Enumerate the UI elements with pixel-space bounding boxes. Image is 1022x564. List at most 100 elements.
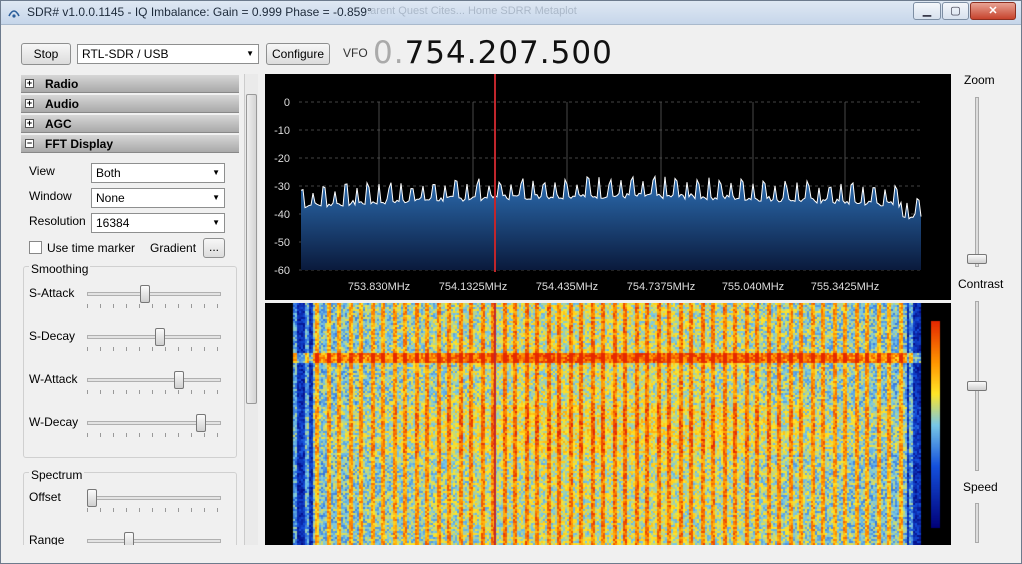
chevron-down-icon: ▼ xyxy=(212,193,220,202)
slider-ticks xyxy=(87,390,221,394)
vfo-prefix: 0. xyxy=(373,35,405,71)
app-window: SDR# v1.0.0.1145 - IQ Imbalance: Gain = … xyxy=(0,0,1022,564)
waterfall-canvas[interactable] xyxy=(265,303,951,545)
gradient-label: Gradient xyxy=(150,241,197,255)
y-tick-label: 0 xyxy=(284,97,290,109)
y-tick-label: -30 xyxy=(274,181,290,193)
expand-icon: + xyxy=(25,78,34,88)
chevron-down-icon: ▼ xyxy=(246,49,254,58)
section-fft-display[interactable]: − FFT Display xyxy=(21,135,239,153)
view-select-value: Both xyxy=(96,166,121,180)
close-button[interactable]: ✕ xyxy=(970,2,1016,20)
zoom-slider[interactable] xyxy=(975,97,979,267)
spectrum-display[interactable]: 0 -10 -20 -30 -40 -50 -60 753.830MHz 754.1325MHz… xyxy=(265,74,951,300)
section-agc[interactable]: + AGC xyxy=(21,115,239,133)
section-audio[interactable]: + Audio xyxy=(21,95,239,113)
slider-ticks xyxy=(87,508,221,512)
background-tabs: ...arent Quest Cites... Home SDRR Metapl… xyxy=(361,5,577,17)
x-tick-label: 755.3425MHz xyxy=(811,281,880,293)
scrollbar-thumb[interactable] xyxy=(246,94,257,404)
resolution-select-value: 16384 xyxy=(96,216,130,230)
s-decay-slider[interactable] xyxy=(87,335,221,339)
title-bar[interactable]: SDR# v1.0.0.1145 - IQ Imbalance: Gain = … xyxy=(1,1,1021,25)
slider-label: Offset xyxy=(29,490,61,504)
contrast-slider-thumb[interactable] xyxy=(967,381,987,391)
spectrum-title: Spectrum xyxy=(29,468,85,482)
y-tick-label: -40 xyxy=(274,209,290,221)
device-select[interactable]: RTL-SDR / USB ▼ xyxy=(77,44,259,64)
maximize-button[interactable]: ▢ xyxy=(942,2,969,20)
speed-label: Speed xyxy=(963,480,998,494)
stop-button[interactable]: Stop xyxy=(21,43,71,65)
y-tick-label: -60 xyxy=(274,265,290,277)
device-select-value: RTL-SDR / USB xyxy=(82,47,169,61)
close-icon: ✕ xyxy=(988,5,998,17)
app-icon xyxy=(8,10,20,18)
offset-slider-thumb[interactable] xyxy=(87,489,97,507)
chevron-down-icon: ▼ xyxy=(212,168,220,177)
waterfall-display[interactable] xyxy=(265,303,951,545)
x-tick-label: 754.435MHz xyxy=(536,281,598,293)
window-title: SDR# v1.0.0.1145 - IQ Imbalance: Gain = … xyxy=(27,5,372,19)
maximize-icon: ▢ xyxy=(950,5,961,17)
section-radio[interactable]: + Radio xyxy=(21,75,239,93)
slider-ticks xyxy=(87,347,221,351)
expand-icon: + xyxy=(25,118,34,128)
vfo-frequency-display[interactable]: 0.754.207.500 xyxy=(373,35,613,71)
zoom-label: Zoom xyxy=(964,73,995,87)
slider-label: S-Decay xyxy=(29,329,76,343)
x-tick-label: 755.040MHz xyxy=(722,281,784,293)
slider-ticks xyxy=(87,433,221,437)
y-tick-label: -20 xyxy=(274,153,290,165)
s-decay-slider-thumb[interactable] xyxy=(155,328,166,346)
chevron-down-icon: ▼ xyxy=(212,218,220,227)
w-decay-slider-thumb[interactable] xyxy=(196,414,207,432)
gradient-button[interactable]: ... xyxy=(203,238,225,258)
configure-button[interactable]: Configure xyxy=(266,43,330,65)
slider-label: S-Attack xyxy=(29,286,75,300)
window-select[interactable]: None ▼ xyxy=(91,188,225,208)
s-attack-slider-thumb[interactable] xyxy=(140,285,151,303)
spectrum-plot[interactable]: 0 -10 -20 -30 -40 -50 -60 753.830MHz 754.1325MHz… xyxy=(265,74,951,300)
speed-slider[interactable] xyxy=(975,503,979,543)
x-tick-label: 754.1325MHz xyxy=(439,281,508,293)
section-label: AGC xyxy=(45,117,72,131)
collapse-icon: − xyxy=(25,138,34,148)
smoothing-title: Smoothing xyxy=(29,262,91,276)
right-panel: Zoom Contrast Speed xyxy=(953,67,1021,547)
expand-icon: + xyxy=(25,98,34,108)
window-label: Window xyxy=(29,189,72,203)
window-select-value: None xyxy=(96,191,125,205)
sidebar-scrollbar[interactable] xyxy=(244,74,258,545)
slider-label: Range xyxy=(29,533,65,545)
vfo-value: 754.207.500 xyxy=(404,35,613,71)
slider-label: W-Attack xyxy=(29,372,78,386)
zoom-slider-thumb[interactable] xyxy=(967,254,987,264)
slider-label: W-Decay xyxy=(29,415,79,429)
minimize-button[interactable]: ▁ xyxy=(913,2,941,20)
x-tick-label: 753.830MHz xyxy=(348,281,410,293)
view-label: View xyxy=(29,164,55,178)
time-marker-label: Use time marker xyxy=(47,241,136,255)
sidebar-panel: + Radio + Audio + AGC − FFT Display View Bot… xyxy=(19,74,259,545)
section-label: FFT Display xyxy=(45,137,114,151)
y-tick-label: -10 xyxy=(274,125,290,137)
slider-ticks xyxy=(87,304,221,308)
offset-slider[interactable] xyxy=(87,496,221,500)
resolution-label: Resolution xyxy=(29,214,86,228)
view-select[interactable]: Both ▼ xyxy=(91,163,225,183)
w-attack-slider-thumb[interactable] xyxy=(173,371,184,389)
section-label: Radio xyxy=(45,77,79,91)
time-marker-checkbox[interactable] xyxy=(29,241,42,254)
x-tick-label: 754.7375MHz xyxy=(627,281,696,293)
resolution-select[interactable]: 16384 ▼ xyxy=(91,213,225,233)
y-tick-label: -50 xyxy=(274,237,290,249)
w-attack-slider[interactable] xyxy=(87,378,221,382)
contrast-label: Contrast xyxy=(958,277,1004,291)
s-attack-slider[interactable] xyxy=(87,292,221,296)
vfo-label: VFO xyxy=(343,46,368,60)
minimize-icon: ▁ xyxy=(922,5,932,17)
range-slider-thumb[interactable] xyxy=(124,532,135,545)
section-label: Audio xyxy=(45,97,79,111)
range-slider[interactable] xyxy=(87,539,221,543)
